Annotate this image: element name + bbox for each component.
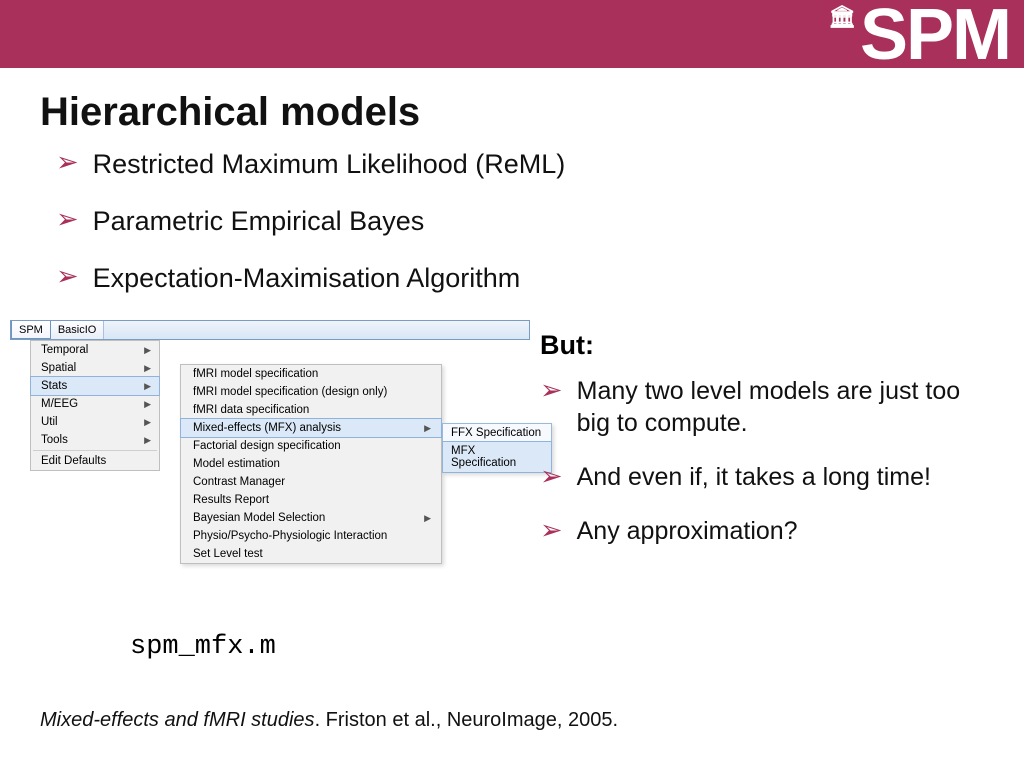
menu-item[interactable]: Set Level test (181, 545, 441, 563)
citation-rest: . Friston et al., NeuroImage, 2005. (315, 709, 619, 731)
tab-spm[interactable]: SPM (11, 321, 51, 339)
file-label: spm_mfx.m (130, 632, 276, 662)
menu-item[interactable]: Bayesian Model Selection▶ (181, 509, 441, 527)
chevron-icon: ➢ (56, 263, 79, 290)
chevron-icon: ➢ (540, 463, 563, 490)
menu-level3: FFX Specification MFX Specification (442, 423, 552, 473)
menu-item-ffx[interactable]: FFX Specification (443, 424, 551, 442)
menu-tabbar: SPM BasicIO (10, 320, 530, 340)
menu-item-mfx-spec[interactable]: MFX Specification (442, 441, 552, 473)
bullet-item: ➢ Any approximation? (540, 515, 1000, 547)
menu-item[interactable]: Physio/Psycho-Physiologic Interaction (181, 527, 441, 545)
menu-item[interactable]: fMRI model specification (design only) (181, 383, 441, 401)
bullet-text: And even if, it takes a long time! (577, 461, 931, 493)
menu-item-mfx[interactable]: Mixed-effects (MFX) analysis▶ (180, 418, 442, 438)
right-column: But: ➢ Many two level models are just to… (540, 330, 1000, 569)
bullet-text: Parametric Empirical Bayes (93, 206, 425, 237)
bullet-item: ➢ Many two level models are just too big… (540, 375, 1000, 439)
submenu-arrow-icon: ▶ (144, 399, 151, 410)
menu-item-spatial[interactable]: Spatial▶ (31, 359, 159, 377)
bullet-text: Restricted Maximum Likelihood (ReML) (93, 149, 566, 180)
submenu-arrow-icon: ▶ (144, 381, 151, 392)
bullet-item: ➢ And even if, it takes a long time! (540, 461, 1000, 493)
submenu-arrow-icon: ▶ (144, 345, 151, 356)
citation: Mixed-effects and fMRI studies. Friston … (40, 709, 618, 732)
top-bullet-list: ➢ Restricted Maximum Likelihood (ReML) ➢… (56, 149, 1024, 294)
menu-item[interactable]: Contrast Manager (181, 473, 441, 491)
bullet-text: Any approximation? (577, 515, 798, 547)
menu-item-util[interactable]: Util▶ (31, 413, 159, 431)
chevron-icon: ➢ (540, 517, 563, 544)
menu-item-tools[interactable]: Tools▶ (31, 431, 159, 449)
menu-separator (33, 450, 157, 451)
spm-logo: 🏛 SPM (828, 0, 1010, 76)
menu-item[interactable]: fMRI data specification (181, 401, 441, 419)
menu-item[interactable]: fMRI model specification (181, 365, 441, 383)
menu-level2: fMRI model specification fMRI model spec… (180, 364, 442, 564)
banner: 🏛 SPM (0, 0, 1024, 68)
submenu-arrow-icon: ▶ (424, 423, 431, 434)
menu-item-temporal[interactable]: Temporal▶ (31, 341, 159, 359)
submenu-arrow-icon: ▶ (144, 417, 151, 428)
chevron-icon: ➢ (540, 377, 563, 404)
slide-title: Hierarchical models (40, 90, 1024, 135)
submenu-arrow-icon: ▶ (144, 435, 151, 446)
menu-item[interactable]: Results Report (181, 491, 441, 509)
chevron-icon: ➢ (56, 149, 79, 176)
bullet-item: ➢ Parametric Empirical Bayes (56, 206, 1024, 237)
menu-item-meeg[interactable]: M/EEG▶ (31, 395, 159, 413)
logo-text: SPM (860, 0, 1010, 76)
bullet-text: Many two level models are just too big t… (577, 375, 987, 439)
bullet-text: Expectation-Maximisation Algorithm (93, 263, 521, 294)
submenu-arrow-icon: ▶ (424, 513, 431, 524)
menu-item[interactable]: Factorial design specification (181, 437, 441, 455)
submenu-arrow-icon: ▶ (144, 363, 151, 374)
chevron-icon: ➢ (56, 206, 79, 233)
menu-item-stats[interactable]: Stats▶ (30, 376, 160, 396)
bullet-item: ➢ Expectation-Maximisation Algorithm (56, 263, 1024, 294)
menu-item-edit-defaults[interactable]: Edit Defaults (31, 452, 159, 470)
dome-icon: 🏛 (828, 4, 856, 30)
bullet-item: ➢ Restricted Maximum Likelihood (ReML) (56, 149, 1024, 180)
menu-level1: Temporal▶ Spatial▶ Stats▶ M/EEG▶ Util▶ T… (30, 340, 160, 471)
tab-basicio[interactable]: BasicIO (51, 321, 105, 339)
citation-title: Mixed-effects and fMRI studies (40, 709, 315, 731)
but-heading: But: (540, 330, 1000, 361)
menu-item[interactable]: Model estimation (181, 455, 441, 473)
